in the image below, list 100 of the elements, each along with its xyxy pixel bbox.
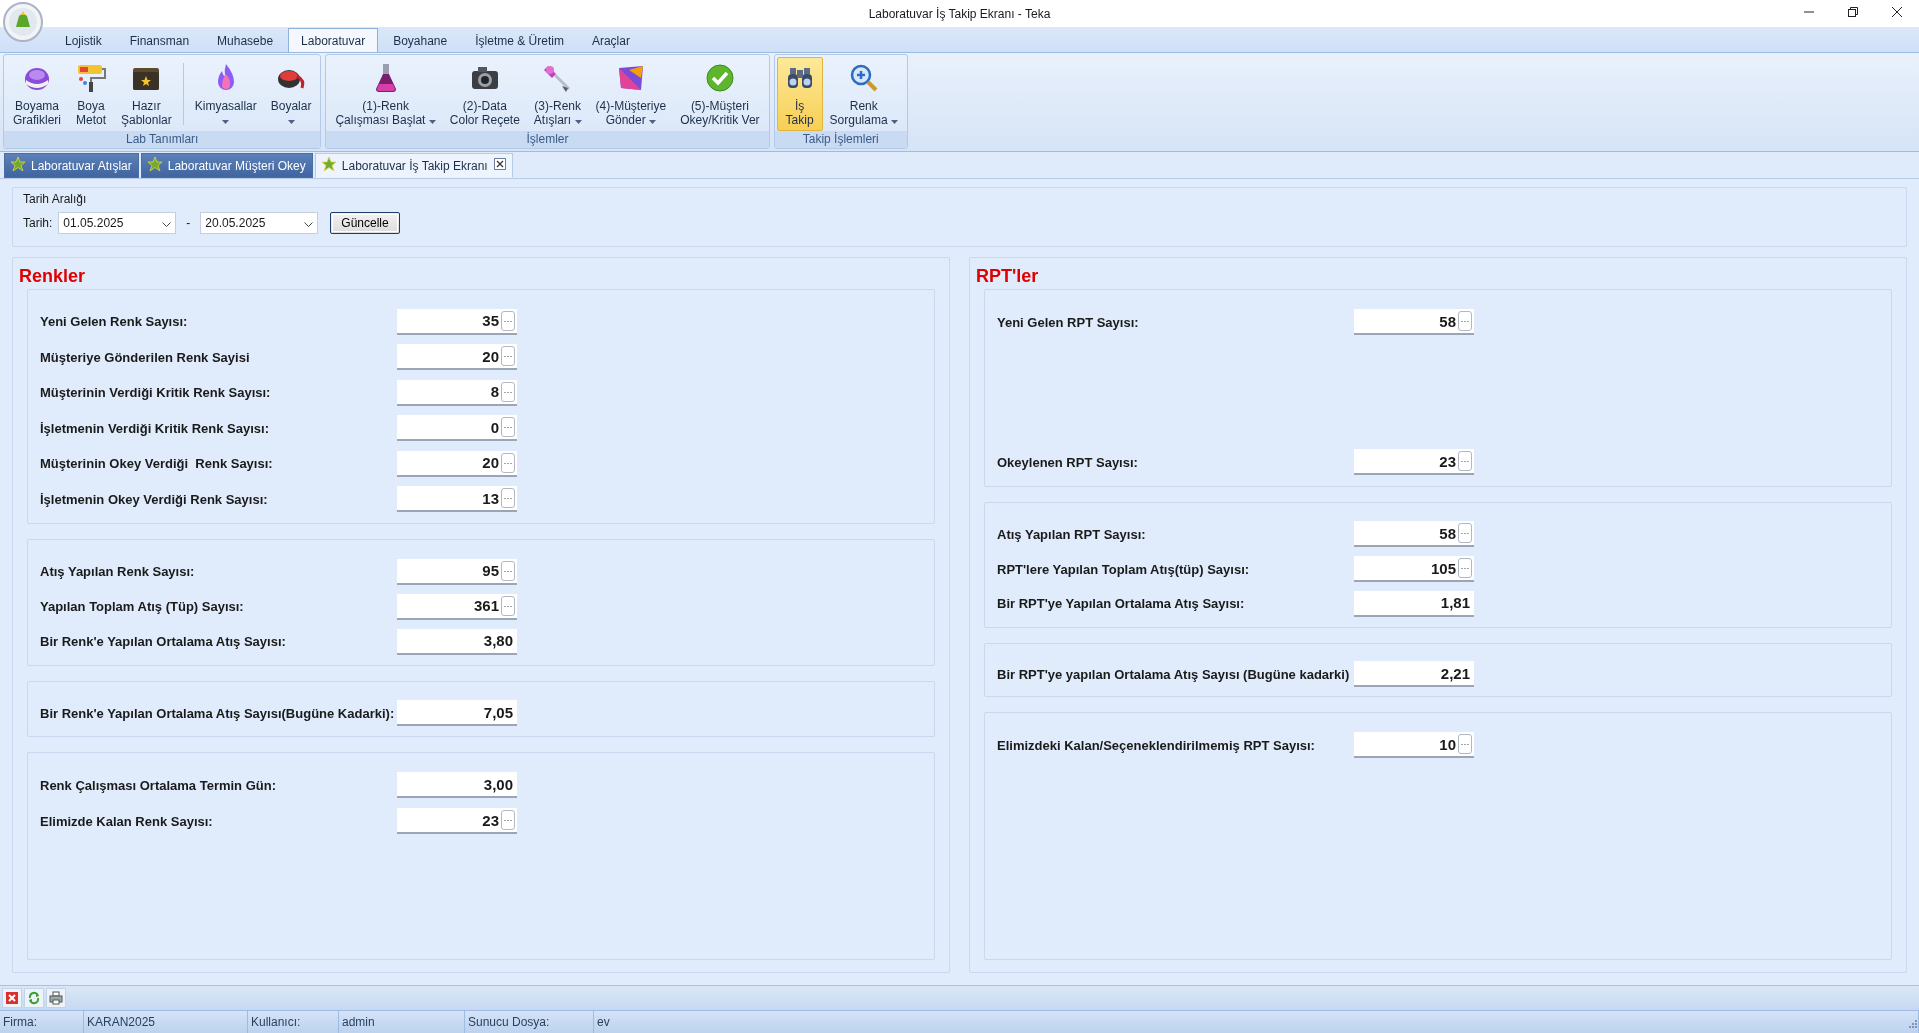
ellipsis-button[interactable]: ··· [501,310,515,331]
number-field[interactable]: 58 ··· [1354,521,1474,548]
number-field[interactable]: 0 ··· [397,415,517,442]
ellipsis-button[interactable]: ··· [1458,734,1472,754]
number-field[interactable]: 8 ··· [397,379,517,406]
date-field[interactable]: 01.05.2025 [58,212,177,234]
field-label: Bir Renk'e Yapılan Ortalama Atış Sayısı(Bugüne Kadarki): [40,705,396,721]
ellipsis-button[interactable]: ··· [501,346,515,367]
menu-tab[interactable]: İşletme & Üretim [462,28,577,52]
number-field[interactable]: 3,80 [397,628,517,655]
field-label: Müşteriye Gönderilen Renk Sayisi [40,349,251,365]
field-label: İşletmenin Verdiği Kritik Renk Sayısı: [40,420,271,436]
close-icon[interactable] [493,158,506,170]
menu-tab[interactable]: Boyahane [380,28,461,52]
panel-title: RPT'ler [976,266,1040,287]
field-label: Yeni Gelen Renk Sayısı: [40,314,189,330]
update-button[interactable]: Güncelle [330,212,400,234]
number-field[interactable]: 361 ··· [397,593,517,620]
field-label: Bir RPT'ye Yapılan Ortalama Atış Sayısı: [997,596,1246,612]
panel-title: Renkler [19,266,87,287]
ribbon-button[interactable]: Boya Metot [68,57,114,131]
document-tab[interactable]: Laboratuvar Atışlar [4,153,139,178]
ellipsis-button[interactable]: ··· [501,417,515,438]
number-field[interactable]: 20 ··· [397,450,517,477]
close-icon[interactable] [1892,7,1902,17]
number-field[interactable]: 3,00 [397,772,517,798]
ribbon-group-title: Lab Tanımları [4,131,321,148]
ribbon-group-title: Takip İşlemleri [774,131,907,148]
field-label: Tarih: [23,216,53,230]
number-field[interactable]: 7,05 [397,700,517,726]
ellipsis-button[interactable]: ··· [1458,311,1472,331]
date-field[interactable]: 20.05.2025 [200,212,319,234]
number-field[interactable]: 2,21 [1354,661,1474,687]
menu-tab[interactable]: Finansman [116,28,203,52]
ribbon-button[interactable]: (4)-Müşteriye Gönder [588,57,674,131]
ellipsis-button[interactable]: ··· [501,810,515,830]
status-label: Sunucu Dosya: [465,1011,594,1033]
refresh-icon[interactable] [27,991,41,1005]
number-field[interactable]: 95 ··· [397,558,517,585]
ribbon-button[interactable]: Kimyasallar [187,57,264,131]
ellipsis-button[interactable]: ··· [501,560,515,581]
ellipsis-button[interactable]: ··· [501,381,515,402]
number-field[interactable]: 20 ··· [397,344,517,371]
ribbon-button[interactable]: (1)-Renk Çalışması Başlat [328,57,443,131]
ribbon-button[interactable]: Hazır Şablonlar [114,57,179,131]
range-separator: - [185,216,192,230]
status-label: Kullanıcı: [248,1011,339,1033]
ribbon-group-title: İşlemler [326,131,769,148]
ribbon-button[interactable]: (5)-Müşteri Okey/Kritik Ver [673,57,767,131]
ribbon-button[interactable]: İş Takip [776,57,823,131]
ellipsis-button[interactable]: ··· [501,488,515,509]
field-label: Atış Yapılan RPT Sayısı: [997,526,1147,542]
document-tab[interactable]: Laboratuvar İş Takip Ekranı [314,153,513,178]
restore-icon[interactable] [1848,7,1858,17]
ribbon-button[interactable]: (3)-Renk Atışları [526,57,589,131]
status-value: KARAN2025 [84,1011,248,1033]
star-icon [11,157,25,171]
number-field[interactable]: 23 ··· [1354,449,1474,475]
number-field[interactable]: 1,81 [1354,590,1474,617]
number-field[interactable]: 58 ··· [1354,309,1474,335]
number-field[interactable]: 35 ··· [397,308,517,335]
ribbon-button[interactable]: (2)-Data Color Reçete [442,57,527,131]
resize-grip-icon[interactable] [1909,1020,1917,1028]
field-label: Müşterinin Verdiği Kritik Renk Sayısı: [40,385,272,401]
number-field[interactable]: 23 ··· [397,808,517,834]
ellipsis-button[interactable]: ··· [501,452,515,473]
group-title: Tarih Aralığı [23,192,88,206]
field-label: Elimizde Kalan Renk Sayısı: [40,813,214,829]
status-label: Firma: [0,1011,84,1033]
menu-tab[interactable]: Muhasebe [204,28,287,52]
field-label: Elimizdeki Kalan/Seçeneklendirilmemiş RPT Sayısı: [997,737,1316,753]
ribbon-button[interactable]: Boyalar [263,57,319,131]
ellipsis-button[interactable]: ··· [1458,451,1472,471]
menu-tab[interactable]: Lojistik [52,28,115,52]
field-label: Yapılan Toplam Atış (Tüp) Sayısı: [40,599,245,614]
field-label: Müşterinin Okey Verdiği Renk Sayısı: [40,456,274,472]
ellipsis-button[interactable]: ··· [1458,558,1472,578]
check-icon [703,62,736,94]
number-field[interactable]: 105 ··· [1354,556,1474,582]
field-label: Bir RPT'ye yapılan Ortalama Atış Sayısı (Bugüne kadarki) [997,666,1351,682]
ellipsis-button[interactable]: ··· [501,595,515,616]
field-label: Okeylenen RPT Sayısı: [997,454,1139,470]
window-title: Laboratuvar İş Takip Ekranı - Teka [868,6,1051,21]
field-label: Yeni Gelen RPT Sayısı: [997,314,1140,330]
document-tab[interactable]: Laboratuvar Müşteri Okey [140,153,313,178]
ribbon-button[interactable]: Boyama Grafikleri [6,57,68,131]
menu-tab[interactable]: Araçlar [578,28,643,52]
star-icon [321,157,336,171]
number-field[interactable]: 13 ··· [397,486,517,513]
ribbon-button[interactable]: Renk Sorgulama [822,57,905,131]
print-icon[interactable] [49,991,63,1005]
field-label: Bir Renk'e Yapılan Ortalama Atış Sayısı: [40,634,287,649]
field-label: İşletmenin Okey Verdiği Renk Sayısı: [40,491,269,507]
paint-roller-icon [75,62,107,94]
field-label: Atış Yapılan Renk Sayısı: [40,564,196,579]
ellipsis-button[interactable]: ··· [1458,523,1472,544]
app-menu-icon[interactable] [2,1,44,43]
field-label: Renk Çalışması Ortalama Termin Gün: [40,777,277,793]
menu-tab[interactable]: Laboratuvar [288,28,379,52]
number-field[interactable]: 10 ··· [1354,732,1474,758]
